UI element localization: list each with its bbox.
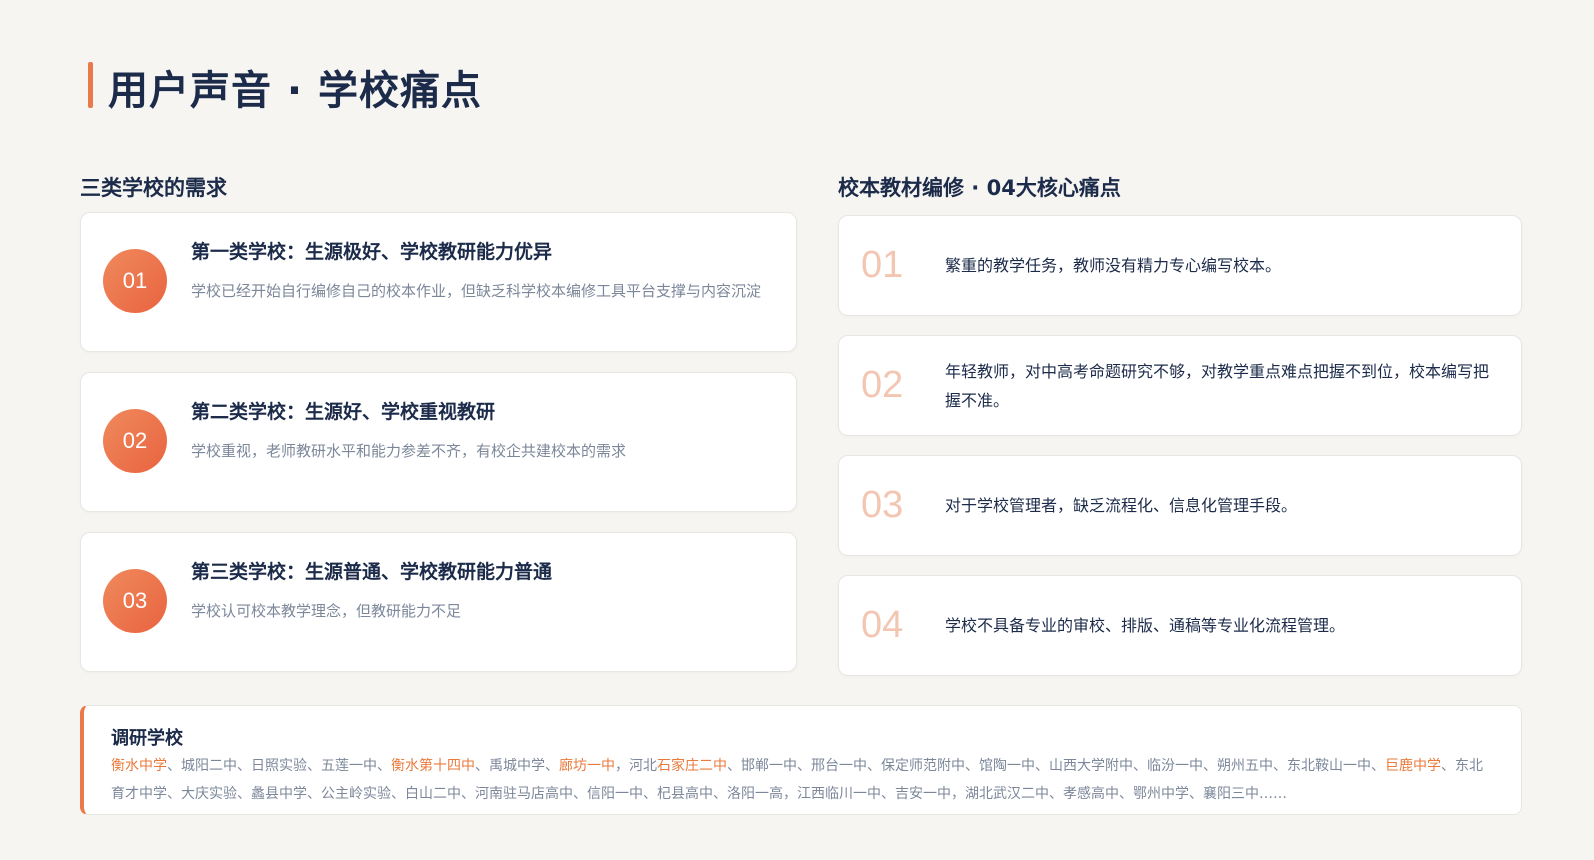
school-title: 第一类学校：生源极好、学校教研能力优异 bbox=[191, 241, 553, 263]
pain-card-1: 01 繁重的教学任务，教师没有精力专心编写校本。 bbox=[838, 215, 1522, 316]
school-card-2: 02 第二类学校：生源好、学校重视教研 学校重视，老师教研水平和能力参差不齐，有… bbox=[80, 372, 797, 512]
school-card-3: 03 第三类学校：生源普通、学校教研能力普通 学校认可校本教学理念，但教研能力不… bbox=[80, 532, 797, 672]
pain-text: 学校不具备专业的审校、排版、通稿等专业化流程管理。 bbox=[945, 616, 1346, 635]
school-name-list: 、邯郸一中、邢台一中、保定师范附中、馆陶一中、山西大学附中、临汾一中、朔州五中、… bbox=[727, 758, 1385, 774]
school-desc: 学校已经开始自行编修自己的校本作业，但缺乏科学校本编修工具平台支撑与内容沉淀 bbox=[191, 282, 762, 300]
school-badge: 03 bbox=[103, 569, 167, 633]
school-name-highlight: 廊坊一中 bbox=[559, 758, 615, 774]
research-school-list: 衡水中学、城阳二中、日照实验、五莲一中、衡水第十四中、禹城中学、廊坊一中，河北石… bbox=[111, 753, 1491, 808]
title-accent-bar bbox=[88, 62, 93, 108]
pain-number: 04 bbox=[861, 604, 904, 646]
school-name-list: 、禹城中学、 bbox=[475, 758, 559, 774]
pain-text: 繁重的教学任务，教师没有精力专心编写校本。 bbox=[945, 256, 1282, 275]
school-name-list: ，河北 bbox=[615, 758, 657, 774]
pain-card-3: 03 对于学校管理者，缺乏流程化、信息化管理手段。 bbox=[838, 455, 1522, 556]
page-title: 用户声音 · 学校痛点 bbox=[108, 68, 483, 114]
school-desc: 学校重视，老师教研水平和能力参差不齐，有校企共建校本的需求 bbox=[191, 442, 627, 460]
pain-card-2: 02 年轻教师，对中高考命题研究不够，对教学重点难点把握不到位，校本编写把握不准… bbox=[838, 335, 1522, 436]
school-name-highlight: 石家庄二中 bbox=[657, 758, 727, 774]
pain-number: 02 bbox=[861, 364, 904, 406]
research-title: 调研学校 bbox=[111, 728, 183, 749]
school-needs-heading: 三类学校的需求 bbox=[80, 176, 227, 200]
school-name-list: 、城阳二中、日照实验、五莲一中、 bbox=[167, 758, 391, 774]
pain-card-4: 04 学校不具备专业的审校、排版、通稿等专业化流程管理。 bbox=[838, 575, 1522, 676]
pain-text: 年轻教师，对中高考命题研究不够，对教学重点难点把握不到位，校本编写把握不准。 bbox=[945, 361, 1490, 410]
pain-number: 03 bbox=[861, 484, 904, 526]
school-name-highlight: 巨鹿中学 bbox=[1385, 758, 1441, 774]
pain-text: 对于学校管理者，缺乏流程化、信息化管理手段。 bbox=[945, 496, 1298, 515]
school-title: 第二类学校：生源好、学校重视教研 bbox=[191, 401, 496, 423]
pain-points-heading: 校本教材编修 · 04大核心痛点 bbox=[838, 176, 1121, 200]
pain-number: 01 bbox=[861, 244, 904, 286]
school-title: 第三类学校：生源普通、学校教研能力普通 bbox=[191, 561, 553, 583]
school-badge: 01 bbox=[103, 249, 167, 313]
school-name-highlight: 衡水第十四中 bbox=[391, 758, 475, 774]
school-badge: 02 bbox=[103, 409, 167, 473]
school-name-highlight: 衡水中学 bbox=[111, 758, 167, 774]
school-desc: 学校认可校本教学理念，但教研能力不足 bbox=[191, 602, 462, 620]
research-schools-panel: 调研学校 衡水中学、城阳二中、日照实验、五莲一中、衡水第十四中、禹城中学、廊坊一… bbox=[80, 705, 1522, 815]
school-card-1: 01 第一类学校：生源极好、学校教研能力优异 学校已经开始自行编修自己的校本作业… bbox=[80, 212, 797, 352]
